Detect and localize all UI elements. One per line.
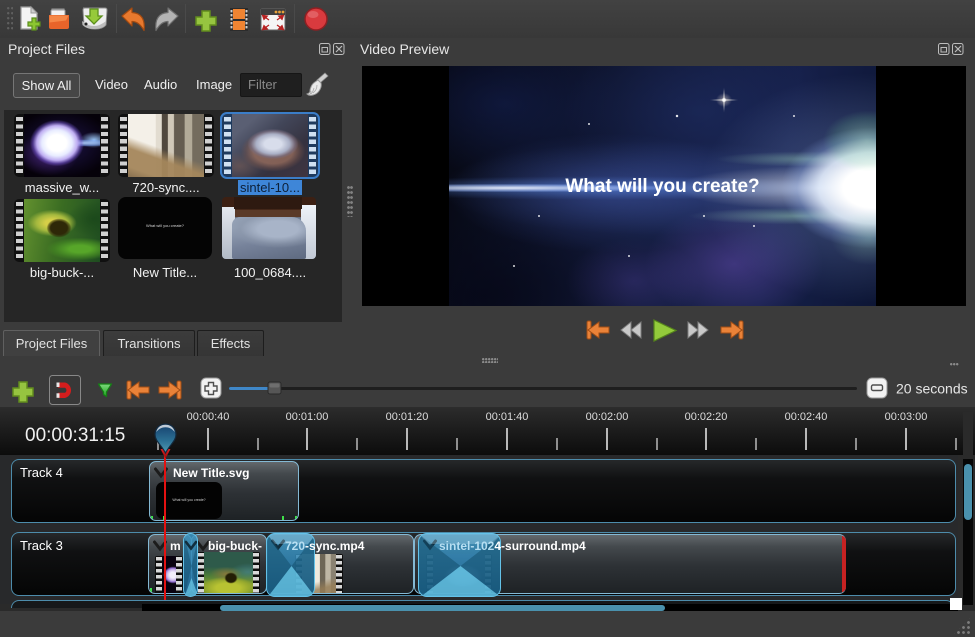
svg-text:20 seconds: 20 seconds bbox=[896, 381, 968, 397]
